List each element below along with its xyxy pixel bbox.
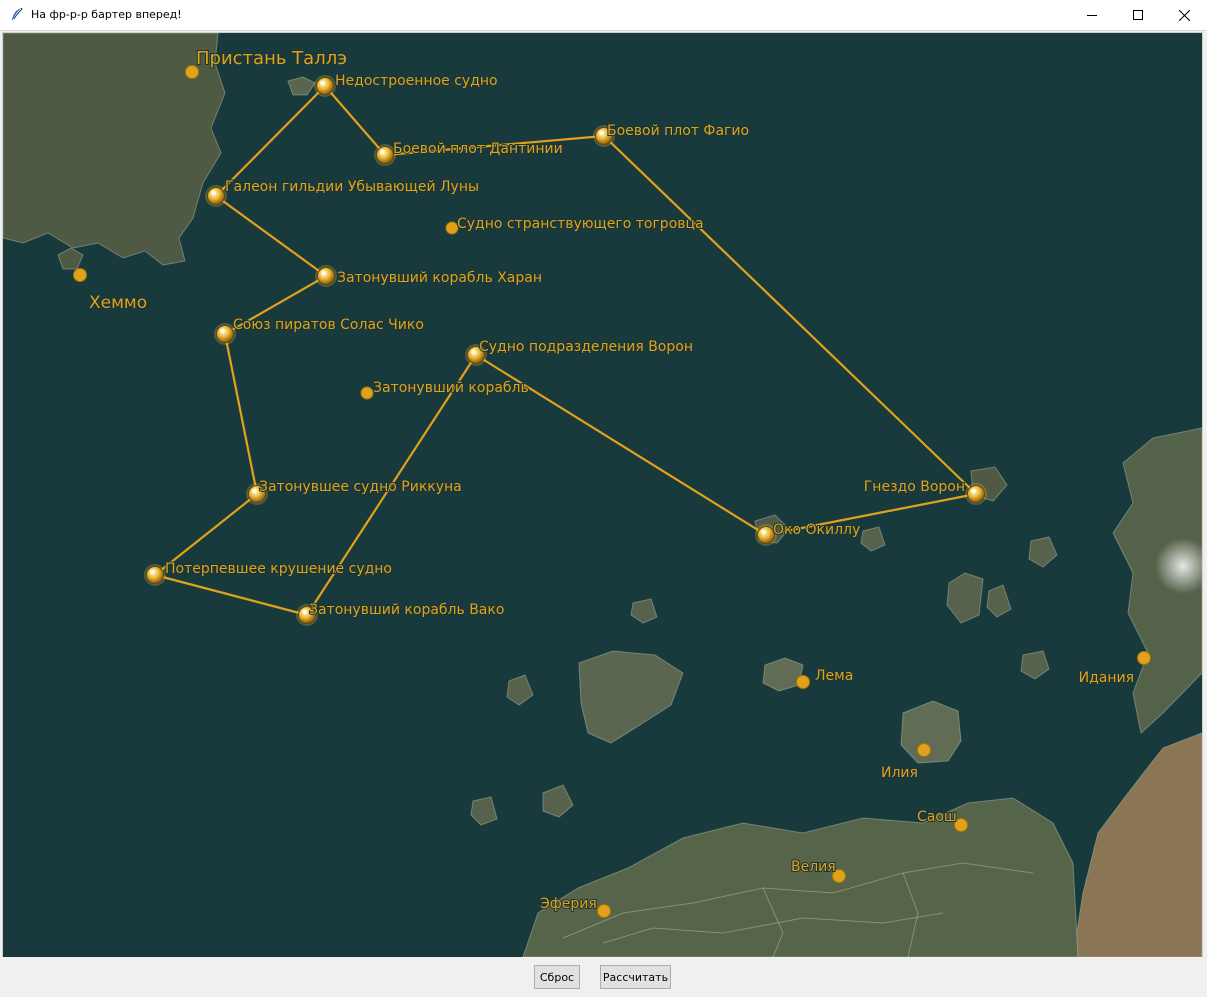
button-bar: Сброс Рассчитать	[0, 957, 1207, 997]
title-bar: На фр-р-р бартер вперед!	[0, 0, 1207, 31]
town-label: Хеммо	[89, 293, 147, 313]
minimize-icon	[1087, 15, 1097, 16]
town-label: Саош	[917, 809, 957, 825]
town-label: Идания	[1079, 670, 1134, 686]
waypoint-marker-unfinished[interactable]	[314, 75, 336, 97]
waypoint-label: Затонувший корабль Харан	[337, 270, 542, 286]
maximize-icon	[1133, 10, 1143, 20]
town-marker-hemmo[interactable]	[73, 268, 87, 282]
waypoint-label: Недостроенное судно	[335, 73, 498, 89]
town-label: Лема	[815, 668, 853, 684]
waypoint-label: Потерпевшее крушение судно	[165, 561, 392, 577]
point-label: Затонувший корабль	[373, 380, 529, 396]
close-button[interactable]	[1161, 0, 1207, 30]
waypoint-label: Затонувший корабль Вако	[309, 602, 504, 618]
point-marker-sunken[interactable]	[360, 386, 374, 400]
waypoint-marker-haran[interactable]	[315, 265, 337, 287]
town-marker-ilia[interactable]	[917, 743, 931, 757]
feather-icon	[9, 6, 25, 22]
waypoint-marker-wrecked[interactable]	[144, 564, 166, 586]
window-title: На фр-р-р бартер вперед!	[31, 8, 182, 21]
point-label: Судно странствующего тогровца	[457, 216, 704, 232]
town-label: Велия	[791, 859, 836, 875]
waypoint-label: Гнездо Ворон	[864, 479, 965, 495]
waypoint-label: Союз пиратов Солас Чико	[233, 317, 424, 333]
waypoint-label: Боевой плот Фагио	[607, 123, 749, 139]
town-label: Эферия	[540, 896, 597, 912]
town-marker-lema[interactable]	[796, 675, 810, 689]
close-icon	[1178, 9, 1190, 21]
minimize-button[interactable]	[1069, 0, 1115, 30]
waypoint-marker-raven_nest[interactable]	[965, 483, 987, 505]
waypoint-label: Боевой плот Дантинии	[393, 141, 563, 157]
map-canvas[interactable]: Недостроенное судно Боевой плот Дантинии Б…	[2, 32, 1203, 958]
waypoint-label: Затонувшее судно Риккуна	[259, 479, 462, 495]
calculate-button[interactable]: Рассчитать	[600, 965, 671, 989]
map-svg[interactable]: Недостроенное судно Боевой плот Дантинии Б…	[3, 33, 1202, 957]
maximize-button[interactable]	[1115, 0, 1161, 30]
reset-button[interactable]: Сброс	[534, 965, 580, 989]
town-marker-idania[interactable]	[1137, 651, 1151, 665]
waypoint-marker-galleon[interactable]	[205, 185, 227, 207]
waypoint-label: Око Окиллу	[773, 522, 860, 538]
island-ilia	[900, 700, 962, 764]
town-label: Пристань Таллэ	[196, 48, 347, 69]
waypoint-label: Галеон гильдии Убывающей Луны	[225, 179, 479, 195]
town-label: Илия	[881, 765, 918, 781]
town-marker-eferia[interactable]	[597, 904, 611, 918]
waypoint-label: Судно подразделения Ворон	[479, 339, 693, 355]
